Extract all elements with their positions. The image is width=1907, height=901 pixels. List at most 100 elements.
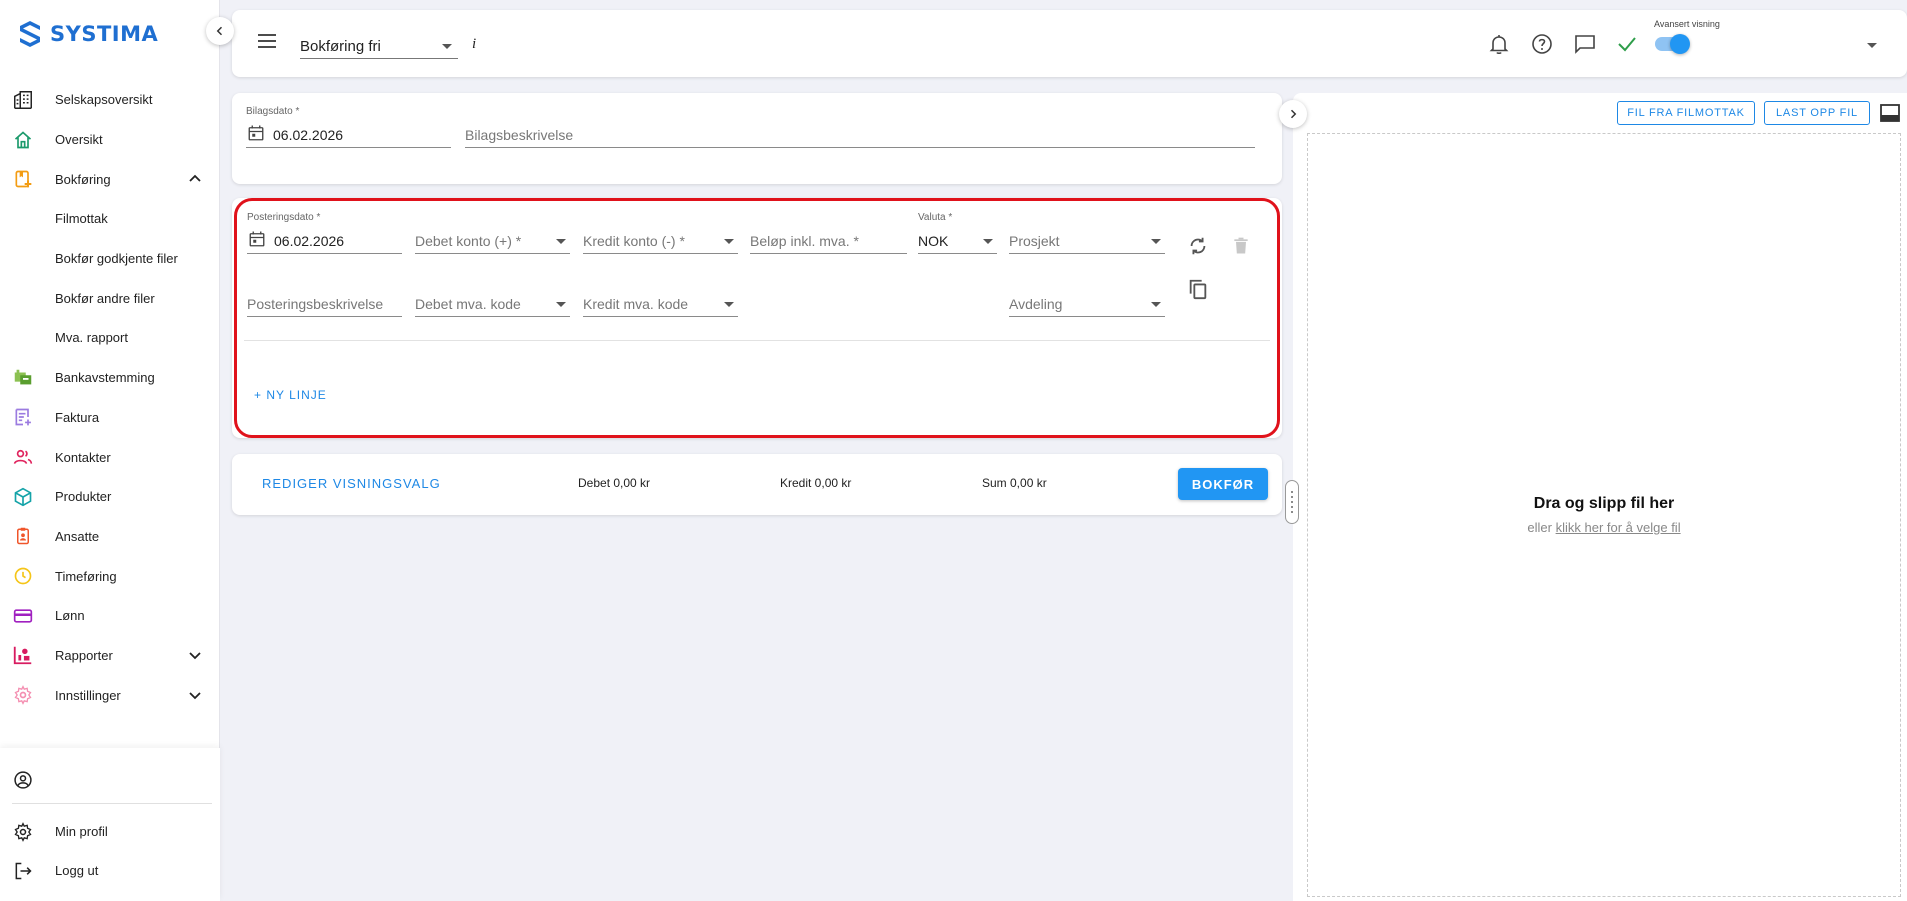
amount-input[interactable]: Beløp inkl. mva. * xyxy=(750,228,907,254)
post-button[interactable]: BOKFØR xyxy=(1178,468,1268,500)
debit-account-select[interactable]: Debet konto (+) * xyxy=(415,228,570,254)
posting-description-input[interactable]: Posteringsbeskrivelse xyxy=(247,291,402,317)
sidebar-item-mva-rapport[interactable]: Mva. rapport xyxy=(0,318,220,358)
sidebar-item-rapporter[interactable]: Rapporter xyxy=(0,636,220,676)
page-type-select[interactable]: Bokføring fri xyxy=(300,35,458,59)
menu-icon[interactable] xyxy=(258,34,276,48)
bell-icon[interactable] xyxy=(1487,32,1511,56)
sidebar-item-kontakter[interactable]: Kontakter xyxy=(0,437,220,477)
sidebar-item-ansatte[interactable]: Ansatte xyxy=(0,517,220,557)
file-from-inbox-button[interactable]: FIL FRA FILMOTTAK xyxy=(1617,101,1755,125)
currency-select[interactable]: Valuta * NOK xyxy=(918,212,997,254)
sidebar-item-label: Innstillinger xyxy=(55,687,121,703)
sidebar-item-bankavstemming[interactable]: Bankavstemming xyxy=(0,358,220,398)
chevron-up-icon[interactable] xyxy=(187,171,203,187)
sidebar-item-label: Timeføring xyxy=(55,568,117,584)
product-box-icon xyxy=(12,486,34,508)
check-icon[interactable] xyxy=(1615,32,1639,56)
file-dropzone[interactable]: Dra og slipp fil her eller klikk her for… xyxy=(1307,133,1901,897)
payment-card-icon xyxy=(12,605,34,627)
choose-file-link[interactable]: klikk her for å velge fil xyxy=(1556,520,1681,535)
sidebar-item-bokfor-andre-filer[interactable]: Bokfør andre filer xyxy=(0,278,220,318)
sidebar-item-label: Logg ut xyxy=(55,863,99,879)
logout-icon xyxy=(12,860,34,882)
sidebar-item-bokfor-godkjente-filer[interactable]: Bokfør godkjente filer xyxy=(0,239,220,279)
advanced-view-toggle[interactable] xyxy=(1655,34,1690,54)
sidebar-item-faktura[interactable]: Faktura xyxy=(0,398,220,438)
calendar-icon[interactable] xyxy=(248,230,266,248)
upload-file-button[interactable]: LAST OPP FIL xyxy=(1764,101,1870,125)
credit-account-select[interactable]: Kredit konto (-) * xyxy=(583,228,738,254)
copy-icon[interactable] xyxy=(1187,277,1209,301)
sidebar-collapse-button[interactable] xyxy=(206,17,234,45)
voucher-description-input[interactable]: Bilagsbeskrivelse xyxy=(465,122,1255,148)
credit-vat-placeholder: Kredit mva. kode xyxy=(583,296,689,312)
systima-logo-icon xyxy=(20,21,40,47)
new-line-button[interactable]: + NY LINJE xyxy=(254,388,327,402)
sidebar-item-logg-ut[interactable]: Logg ut xyxy=(0,851,220,891)
sidebar-item-produkter[interactable]: Produkter xyxy=(0,477,220,517)
posting-date-field[interactable]: Posteringsdato * 06.02.2026 xyxy=(247,212,402,254)
buildings-icon xyxy=(12,89,34,111)
bank-icon xyxy=(12,367,34,389)
sidebar-item-label: Rapporter xyxy=(55,647,113,663)
sidebar-item-lonn[interactable]: Lønn xyxy=(0,596,220,636)
top-header: Bokføring fri i Avansert visning xyxy=(232,10,1907,77)
currency-value: NOK xyxy=(918,233,949,249)
panel-resize-handle[interactable] xyxy=(1285,480,1299,524)
department-select[interactable]: Avdeling xyxy=(1009,291,1165,317)
debit-total: Debet 0,00 kr xyxy=(578,476,651,490)
sidebar-item-label: Bokføring xyxy=(55,171,111,187)
debit-vat-select[interactable]: Debet mva. kode xyxy=(415,291,570,317)
account-circle-button[interactable] xyxy=(0,760,220,800)
calendar-icon[interactable] xyxy=(247,124,265,142)
handle-dot xyxy=(1291,501,1293,503)
posting-description-placeholder: Posteringsbeskrivelse xyxy=(247,296,384,312)
debit-account-placeholder: Debet konto (+) * xyxy=(415,233,522,249)
dropzone-or-text: eller xyxy=(1527,520,1552,535)
delete-icon[interactable] xyxy=(1231,235,1251,257)
credit-vat-select[interactable]: Kredit mva. kode xyxy=(583,291,738,317)
header-dropdown-arrow-icon[interactable] xyxy=(1867,43,1877,48)
sidebar-item-filmottak[interactable]: Filmottak xyxy=(0,199,220,239)
panel-toggle-button[interactable] xyxy=(1279,100,1307,128)
handle-dot xyxy=(1291,506,1293,508)
sidebar-item-label: Mva. rapport xyxy=(55,330,128,346)
voucher-date-value: 06.02.2026 xyxy=(273,127,344,143)
sidebar-item-label: Filmottak xyxy=(55,211,108,227)
dropdown-arrow-icon xyxy=(442,44,452,49)
info-icon[interactable]: i xyxy=(472,36,476,53)
sidebar-item-innstillinger[interactable]: Innstillinger xyxy=(0,675,220,715)
sidebar-item-selskapsoversikt[interactable]: Selskapsoversikt xyxy=(0,80,220,120)
employee-badge-icon xyxy=(12,525,34,547)
contacts-icon xyxy=(12,446,34,468)
logo-text: SYSTIMA xyxy=(50,22,159,46)
voucher-description-placeholder: Bilagsbeskrivelse xyxy=(465,127,574,143)
panel-layout-icon[interactable] xyxy=(1880,104,1900,122)
handle-dot xyxy=(1291,496,1293,498)
posting-lines-card: Posteringsdato * 06.02.2026 Debet konto … xyxy=(232,198,1282,438)
bookkeeping-icon xyxy=(12,168,34,190)
account-circle-icon xyxy=(12,769,34,791)
sidebar-item-timeforing[interactable]: Timeføring xyxy=(0,556,220,596)
sidebar-item-label: Lønn xyxy=(55,608,85,624)
debit-vat-placeholder: Debet mva. kode xyxy=(415,296,521,312)
row-divider xyxy=(244,340,1270,341)
chat-icon[interactable] xyxy=(1573,32,1597,56)
credit-account-placeholder: Kredit konto (-) * xyxy=(583,233,685,249)
dropzone-title: Dra og slipp fil her xyxy=(1533,495,1675,512)
sidebar-item-oversikt[interactable]: Oversikt xyxy=(0,120,220,160)
logo[interactable]: SYSTIMA xyxy=(18,20,158,48)
sidebar-item-label: Ansatte xyxy=(55,528,100,544)
chevron-down-icon[interactable] xyxy=(187,647,203,663)
chevron-down-icon[interactable] xyxy=(187,687,203,703)
edit-view-options-button[interactable]: REDIGER VISNINGSVALG xyxy=(262,476,441,491)
sidebar-item-bokforing[interactable]: Bokføring xyxy=(0,159,220,199)
voucher-date-field[interactable]: Bilagsdato * 06.02.2026 xyxy=(246,106,451,148)
sidebar-item-min-profil[interactable]: Min profil xyxy=(0,812,220,852)
voucher-date-label: Bilagsdato * xyxy=(246,106,300,117)
swap-sync-icon[interactable] xyxy=(1187,235,1209,257)
project-select[interactable]: Prosjekt xyxy=(1009,228,1165,254)
handle-dot xyxy=(1291,491,1293,493)
help-icon[interactable] xyxy=(1530,32,1554,56)
